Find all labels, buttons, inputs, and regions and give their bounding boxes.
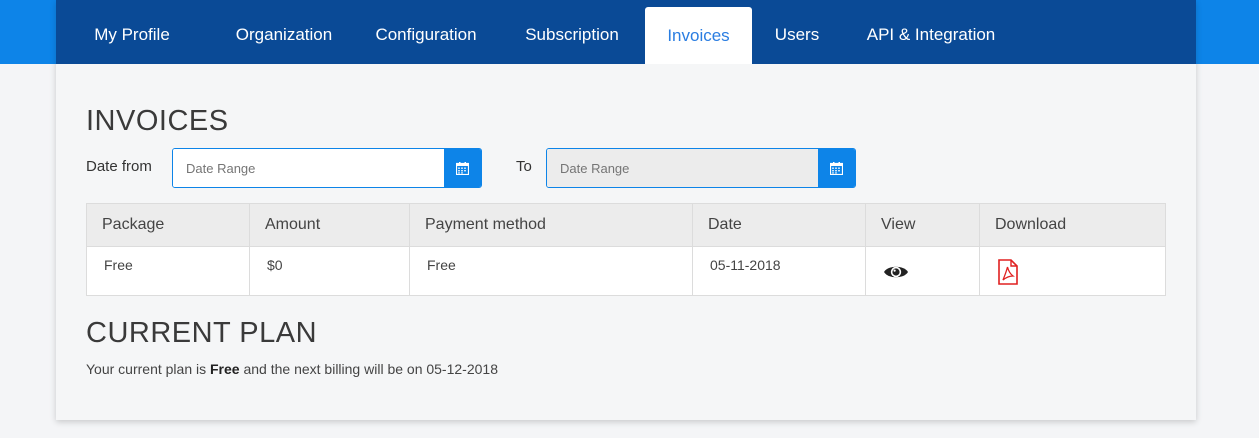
table-row: Free $0 Free 05-11-2018 [86, 246, 1166, 296]
date-from-label: Date from [86, 158, 152, 175]
tab-api-integration[interactable]: API & Integration [846, 0, 1016, 64]
cell-package: Free [86, 246, 250, 296]
column-header-payment-method: Payment method [409, 203, 693, 247]
pdf-file-icon [998, 258, 1018, 285]
current-plan-title: CURRENT PLAN [86, 317, 318, 349]
cell-view [865, 246, 980, 296]
table-header-row: Package Amount Payment method Date View … [86, 203, 1166, 247]
tab-invoices[interactable]: Invoices [645, 7, 752, 64]
cell-amount: $0 [249, 246, 410, 296]
cell-download [979, 246, 1166, 296]
invoices-table: Package Amount Payment method Date View … [86, 203, 1166, 296]
column-header-view: View [865, 203, 980, 247]
tab-subscription[interactable]: Subscription [504, 0, 640, 64]
current-plan-text: Your current plan is Free and the next b… [86, 361, 498, 377]
download-pdf-button[interactable] [997, 258, 1019, 288]
date-from-input[interactable] [173, 149, 444, 187]
tab-configuration[interactable]: Configuration [356, 0, 496, 64]
date-from-calendar-button[interactable] [444, 149, 481, 187]
invoices-title: INVOICES [86, 105, 229, 137]
tab-my-profile[interactable]: My Profile [56, 0, 208, 64]
calendar-icon [830, 161, 843, 175]
tab-organization[interactable]: Organization [208, 0, 360, 64]
plan-name: Free [210, 361, 240, 377]
column-header-download: Download [979, 203, 1166, 247]
cell-payment-method: Free [409, 246, 693, 296]
date-to-field [546, 148, 856, 188]
view-invoice-button[interactable] [883, 263, 909, 284]
date-to-input[interactable] [547, 149, 818, 187]
tab-users[interactable]: Users [760, 0, 834, 64]
date-to-calendar-button[interactable] [818, 149, 855, 187]
calendar-icon [456, 161, 469, 175]
date-to-label: To [516, 158, 532, 175]
date-from-field [172, 148, 482, 188]
eye-icon [884, 266, 908, 277]
plan-text-prefix: Your current plan is [86, 361, 210, 377]
plan-text-suffix: and the next billing will be on 05-12-20… [239, 361, 498, 377]
settings-card: My Profile Organization Configuration Su… [56, 0, 1196, 420]
column-header-amount: Amount [249, 203, 410, 247]
column-header-package: Package [86, 203, 250, 247]
settings-tabbar: My Profile Organization Configuration Su… [56, 0, 1196, 64]
cell-date: 05-11-2018 [692, 246, 866, 296]
column-header-date: Date [692, 203, 866, 247]
